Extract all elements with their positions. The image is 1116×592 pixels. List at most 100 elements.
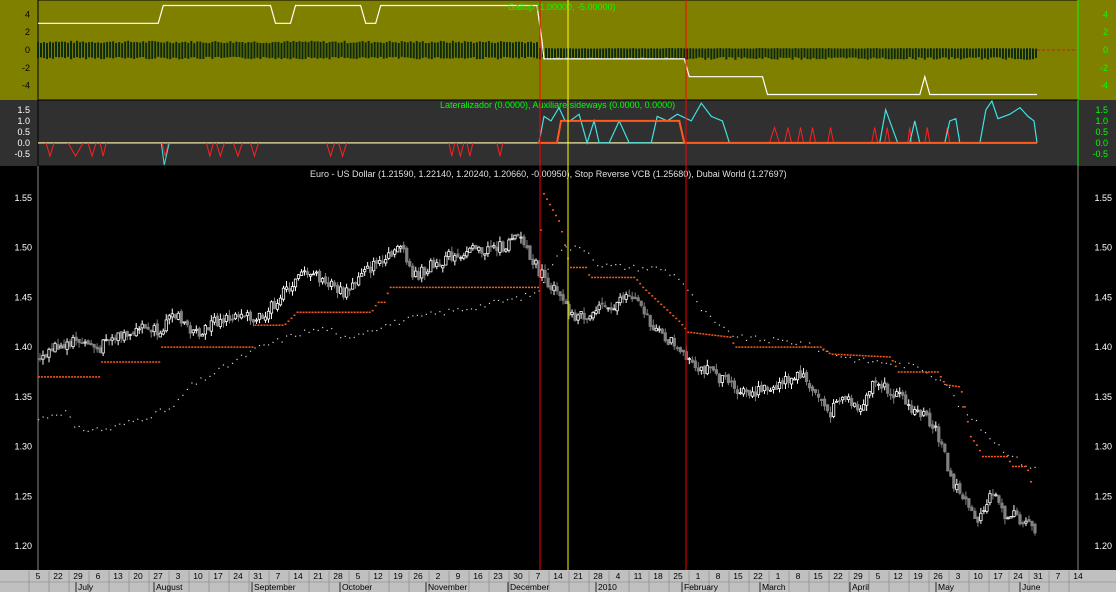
gallup-bar	[593, 48, 596, 59]
stop-reverse-dot	[488, 286, 491, 289]
candle-up	[552, 284, 556, 292]
stop-reverse-dot	[158, 361, 161, 363]
candle-up	[140, 323, 144, 329]
gallup-bar	[983, 48, 986, 59]
stop-reverse-dot	[155, 361, 158, 363]
stop-reverse-dot	[828, 352, 831, 355]
gallup-bar	[572, 48, 575, 58]
gallup-bar	[181, 42, 184, 59]
stop-reverse-dot	[585, 266, 588, 269]
gallup-bar	[554, 48, 557, 58]
gallup-bar	[535, 42, 538, 59]
candle-up	[669, 336, 673, 344]
gallup-bar	[433, 42, 436, 58]
dubai-world-dot	[313, 328, 315, 331]
candle-down	[910, 405, 914, 413]
candle-down	[1033, 523, 1037, 534]
gallup-bar	[118, 42, 121, 57]
stop-reverse-dot	[1011, 465, 1014, 468]
dubai-world-dot	[385, 323, 387, 326]
stop-reverse-dot	[720, 335, 723, 337]
stop-reverse-dot	[813, 346, 816, 348]
stop-reverse-dot	[804, 346, 807, 348]
stop-reverse-dot	[467, 286, 470, 289]
stop-reverse-dot	[891, 360, 894, 362]
dubai-world-dot	[434, 313, 436, 315]
candle-down	[80, 342, 84, 345]
x-axis-day-label: 1	[696, 571, 701, 581]
gallup-bar	[145, 42, 148, 59]
gallup-bar	[469, 41, 472, 58]
gallup-bar	[599, 48, 602, 59]
stop-reverse-dot	[819, 346, 822, 348]
dubai-world-dot	[673, 274, 675, 276]
stop-reverse-dot	[284, 323, 287, 325]
price-tick-left: 1.30	[14, 442, 32, 452]
price-tick-left: 1.25	[14, 491, 32, 501]
stop-reverse-dot	[62, 376, 65, 378]
stop-reverse-dot	[341, 311, 344, 314]
candle-down	[603, 305, 607, 307]
gallup-bar	[496, 42, 499, 60]
dubai-world-dot	[903, 367, 905, 369]
gallup-bar	[514, 41, 517, 58]
dubai-world-dot	[56, 414, 58, 416]
dubai-world-dot	[272, 341, 274, 344]
dubai-world-dot	[885, 362, 887, 364]
gallup-bar	[460, 42, 463, 58]
candle-down	[825, 404, 830, 412]
gallup-bar	[875, 48, 878, 59]
stop-reverse-dot	[191, 346, 194, 348]
dubai-world-dot	[858, 359, 860, 361]
dubai-world-dot	[515, 296, 518, 298]
gallup-bar	[58, 41, 61, 58]
lateralizador-tick-left: 1.0	[17, 116, 30, 126]
dubai-world-dot	[786, 340, 788, 342]
dubai-world-dot	[529, 295, 531, 298]
dubai-world-dot	[497, 299, 500, 302]
gallup-bar	[184, 41, 187, 58]
gallup-bar	[346, 43, 349, 58]
dubai-world-dot	[845, 356, 847, 359]
stop-reverse-dot	[335, 311, 338, 314]
gallup-bar	[292, 40, 295, 58]
stop-reverse-dot	[549, 203, 552, 206]
gallup-bar	[1034, 48, 1037, 59]
candle-down	[287, 287, 292, 292]
stop-reverse-dot	[1017, 465, 1020, 468]
x-axis-day-label: 3	[956, 571, 961, 581]
candle-down	[774, 384, 779, 391]
candle-up	[831, 402, 836, 417]
stop-reverse-dot	[693, 332, 696, 334]
x-axis-month-label: March	[762, 582, 786, 592]
gallup-bar	[169, 42, 172, 60]
gallup-bar	[617, 48, 620, 58]
stop-reverse-dot	[92, 376, 95, 378]
stop-reverse-dot	[570, 266, 573, 269]
stop-reverse-dot	[386, 292, 389, 295]
gallup-bar	[187, 42, 190, 59]
gallup-tick-right: 0	[1103, 45, 1108, 55]
gallup-bar	[493, 43, 496, 58]
candle-up	[254, 319, 259, 322]
gallup-bar	[238, 42, 241, 58]
x-axis-day-label: 4	[616, 571, 621, 581]
gallup-bar	[569, 48, 572, 60]
candle-down	[74, 336, 78, 341]
lateralizador-tick-left: 0.0	[17, 138, 30, 148]
candle-down	[423, 267, 427, 276]
stop-reverse-dot	[440, 286, 443, 289]
candle-up	[762, 384, 767, 392]
price-tick-right: 1.50	[1094, 243, 1112, 253]
candle-up	[483, 253, 487, 256]
stop-reverse-dot	[464, 286, 467, 289]
dubai-world-dot	[254, 347, 256, 349]
candle-down	[149, 329, 153, 333]
gallup-bar	[950, 48, 953, 58]
stop-reverse-dot	[1020, 465, 1023, 468]
dubai-world-dot	[443, 314, 446, 316]
stop-reverse-dot	[311, 311, 314, 314]
candle-down	[901, 391, 905, 396]
candle-up	[606, 307, 610, 310]
candle-down	[726, 374, 730, 384]
